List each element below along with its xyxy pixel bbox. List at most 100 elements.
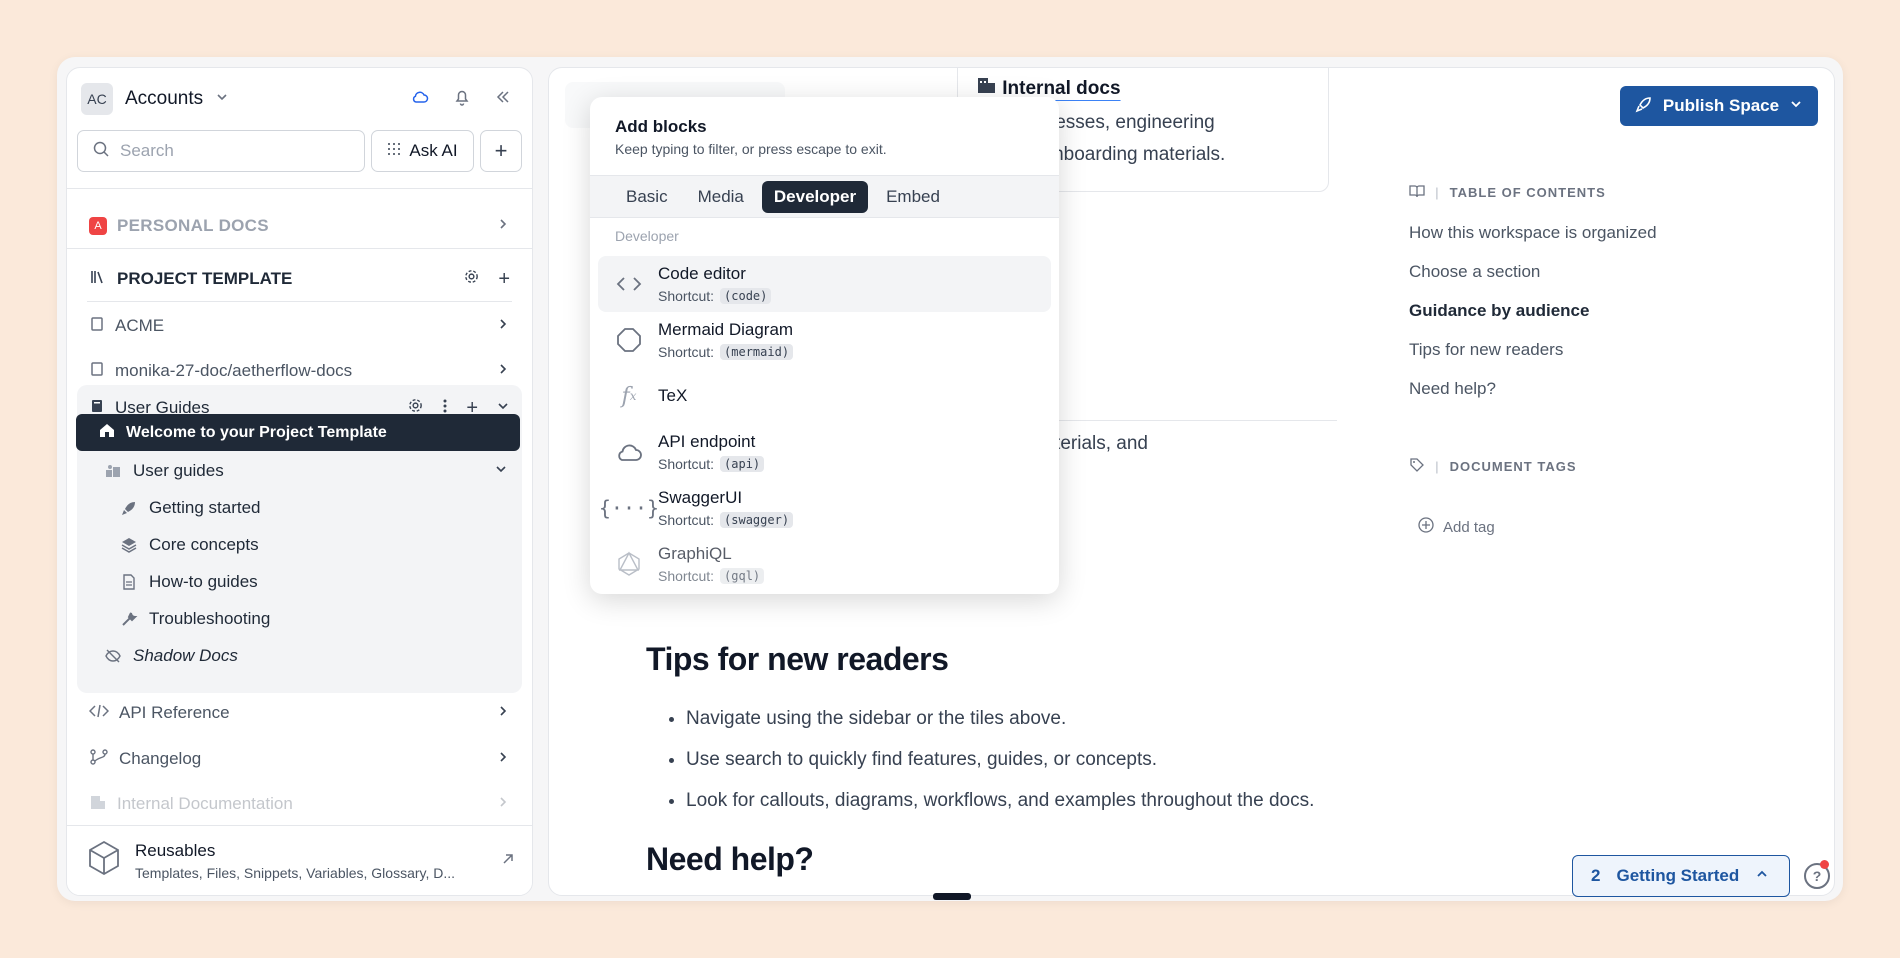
tips-list: Navigate using the sidebar or the tiles … xyxy=(686,698,1314,821)
section-personal-docs[interactable]: A PERSONAL DOCS xyxy=(77,206,522,246)
sidebar-item-welcome[interactable]: Welcome to your Project Template xyxy=(76,414,520,451)
toc-item[interactable]: Tips for new readers xyxy=(1409,340,1563,360)
book-icon xyxy=(89,316,105,337)
group-label: Developer xyxy=(615,228,679,244)
notification-dot xyxy=(1820,860,1829,869)
toc-item-active[interactable]: Guidance by audience xyxy=(1409,301,1589,321)
block-name: SwaggerUI xyxy=(658,488,743,507)
block-swaggerui[interactable]: {···} SwaggerUI Shortcut: (swagger) xyxy=(598,480,1051,536)
chevron-right-icon[interactable] xyxy=(496,703,510,723)
sidebar-item-core-concepts[interactable]: Core concepts xyxy=(67,526,532,563)
divider xyxy=(87,301,512,302)
section-api-reference[interactable]: API Reference xyxy=(77,693,522,733)
eye-off-icon xyxy=(103,646,123,666)
block-code-editor[interactable]: Code editor Shortcut: (code) xyxy=(598,256,1051,312)
plus-circle-icon xyxy=(1417,516,1435,538)
resize-handle[interactable] xyxy=(933,893,971,900)
getting-started-label: Getting started xyxy=(149,497,261,517)
tab-basic[interactable]: Basic xyxy=(614,181,680,213)
rocket-icon xyxy=(119,498,139,518)
troubleshooting-label: Troubleshooting xyxy=(149,608,271,628)
book-icon xyxy=(89,361,105,382)
home-icon xyxy=(98,421,116,444)
shortcut-code: (code) xyxy=(720,288,772,304)
internal-documentation-label: Internal Documentation xyxy=(117,794,293,813)
block-api-endpoint[interactable]: API endpoint Shortcut: (api) xyxy=(598,424,1051,480)
divider xyxy=(67,188,532,189)
cube-icon xyxy=(87,840,121,881)
tags-header: | DOCUMENT TAGS xyxy=(1409,457,1577,476)
internal-docs-label: Internal docs xyxy=(1002,78,1121,99)
octagon-icon xyxy=(614,325,644,355)
gear-icon[interactable] xyxy=(463,268,480,290)
tag-icon xyxy=(1409,457,1425,476)
chevron-right-icon[interactable] xyxy=(496,749,510,769)
toc-item[interactable]: Need help? xyxy=(1409,379,1496,399)
block-tex[interactable]: fx TeX xyxy=(598,368,1051,424)
section-acme[interactable]: ACME xyxy=(77,306,522,346)
list-item: Navigate using the sidebar or the tiles … xyxy=(686,698,1314,739)
getting-started-button[interactable]: 2 Getting Started xyxy=(1572,855,1790,897)
chevron-right-icon[interactable] xyxy=(496,316,510,336)
account-name[interactable]: Accounts xyxy=(125,88,203,110)
external-arrow-icon[interactable] xyxy=(502,852,514,870)
changelog-label: Changelog xyxy=(119,749,202,768)
sidebar-item-troubleshooting[interactable]: Troubleshooting xyxy=(67,600,532,637)
block-mermaid-diagram[interactable]: Mermaid Diagram Shortcut: (mermaid) xyxy=(598,312,1051,368)
tips-heading: Tips for new readers xyxy=(646,641,949,677)
tab-developer[interactable]: Developer xyxy=(761,180,869,213)
add-button[interactable]: + xyxy=(480,130,522,172)
chevron-down-icon[interactable] xyxy=(494,461,508,481)
layers-icon xyxy=(119,535,139,555)
section-project-template[interactable]: PROJECT TEMPLATE + xyxy=(77,259,522,299)
chevron-right-icon[interactable] xyxy=(496,361,510,381)
core-concepts-label: Core concepts xyxy=(149,534,259,554)
publish-space-label: Publish Space xyxy=(1662,96,1780,115)
account-avatar[interactable]: AC xyxy=(81,83,113,115)
branch-icon xyxy=(89,748,109,771)
block-name: TeX xyxy=(658,386,688,405)
toc-item[interactable]: Choose a section xyxy=(1409,262,1540,282)
search-input[interactable]: Search xyxy=(77,130,365,172)
toc-item[interactable]: How this workspace is organized xyxy=(1409,223,1657,243)
collapse-sidebar-icon[interactable] xyxy=(494,88,512,111)
api-reference-label: API Reference xyxy=(119,703,230,722)
ask-ai-button[interactable]: Ask AI xyxy=(371,130,474,172)
block-name: GraphiQL xyxy=(658,544,732,563)
block-name: Mermaid Diagram xyxy=(658,320,794,339)
how-to-guides-label: How-to guides xyxy=(149,571,258,591)
ask-ai-label: Ask AI xyxy=(409,141,458,160)
getting-started-count: 2 xyxy=(1591,866,1601,885)
function-icon: fx xyxy=(621,383,637,409)
cloud-icon[interactable] xyxy=(410,87,430,112)
section-changelog[interactable]: Changelog xyxy=(77,739,522,779)
publish-space-button[interactable]: Publish Space xyxy=(1620,86,1818,126)
popup-subtitle: Keep typing to filter, or press escape t… xyxy=(615,141,887,157)
building-icon xyxy=(89,793,107,816)
personal-docs-label: PERSONAL DOCS xyxy=(117,216,269,235)
tab-media[interactable]: Media xyxy=(686,181,756,213)
section-internal-documentation[interactable]: Internal Documentation xyxy=(77,784,522,824)
tab-embed[interactable]: Embed xyxy=(874,181,952,213)
chevron-right-icon[interactable] xyxy=(496,794,510,814)
sidebar-item-how-to-guides[interactable]: How-to guides xyxy=(67,563,532,600)
code-icon xyxy=(88,703,110,724)
folder-icon xyxy=(103,461,123,481)
sidebar-item-user-guides-folder[interactable]: User guides xyxy=(67,452,532,489)
wrench-icon xyxy=(119,609,139,629)
sidebar-item-getting-started[interactable]: Getting started xyxy=(67,489,532,526)
reusables-title: Reusables xyxy=(135,840,216,860)
plus-icon[interactable]: + xyxy=(498,268,510,291)
add-tag-button[interactable]: Add tag xyxy=(1417,516,1495,538)
tags-title: DOCUMENT TAGS xyxy=(1449,459,1577,474)
reusables-panel[interactable]: Reusables Templates, Files, Snippets, Va… xyxy=(67,825,532,895)
bell-icon[interactable] xyxy=(452,87,472,112)
shortcut-code: (api) xyxy=(720,456,765,472)
chevron-right-icon[interactable] xyxy=(496,216,510,236)
chevron-down-icon[interactable] xyxy=(215,90,229,109)
block-graphiql[interactable]: GraphiQL Shortcut: (gql) xyxy=(598,536,1051,592)
shortcut-code: (swagger) xyxy=(720,512,794,528)
block-name: API endpoint xyxy=(658,432,756,451)
shortcut-code: (gql) xyxy=(720,568,765,584)
sidebar-item-shadow-docs[interactable]: Shadow Docs xyxy=(67,637,532,674)
